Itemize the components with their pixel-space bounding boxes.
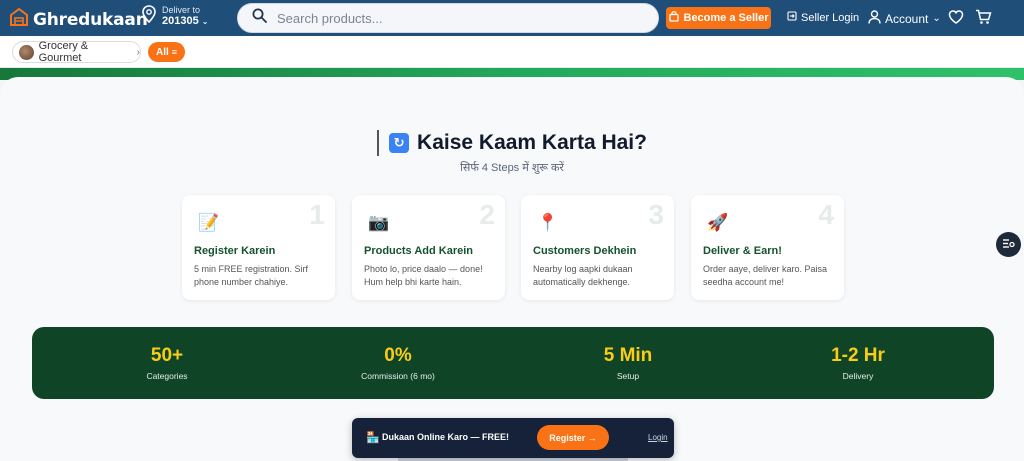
text-cursor: [377, 130, 380, 156]
step-card-customers: 3 📍 Customers Dekhein Nearby log aapki d…: [521, 195, 674, 300]
quick-menu-button[interactable]: [996, 232, 1021, 257]
become-seller-button[interactable]: Become a Seller: [666, 7, 771, 29]
store-logo-icon: [8, 6, 30, 33]
step-title: Products Add Karein: [364, 245, 473, 257]
step-number: 3: [648, 199, 664, 230]
section-heading: ↻ Kaise Kaam Karta Hai?: [0, 130, 1024, 156]
stat-label: Setup: [616, 371, 640, 381]
category-pill[interactable]: Grocery & Gourmet ›: [12, 40, 141, 64]
list-settings-icon: [1002, 236, 1015, 254]
stat-label: Categories: [146, 371, 188, 381]
logo-text: Ghredukaan: [33, 9, 148, 30]
menu-icon: ≡: [171, 47, 178, 57]
step-description: Photo lo, price daalo — done! Hum help b…: [364, 264, 483, 287]
stat-delivery: 1-2 Hr Delivery: [758, 345, 958, 381]
stat-categories: 50+ Categories: [67, 345, 267, 381]
category-bar: Grocery & Gourmet › All ≡: [0, 36, 1024, 68]
all-categories-button[interactable]: All ≡: [148, 42, 185, 62]
chevron-right-icon: ›: [136, 46, 140, 58]
search-bar[interactable]: [237, 3, 659, 33]
deliver-location[interactable]: Deliver to 201305 ⌄: [142, 5, 208, 28]
step-card-products: 2 📷 Products Add Karein Photo lo, price …: [352, 195, 505, 300]
pin-icon: 📍: [537, 213, 559, 232]
step-description: 5 min FREE registration. Sirf phone numb…: [194, 264, 309, 287]
logo[interactable]: Ghredukaan: [8, 6, 148, 33]
step-description: Order aaye, deliver karo. Paisa seedha a…: [703, 264, 828, 287]
stat-label: Delivery: [842, 371, 874, 381]
top-header: Ghredukaan Deliver to 201305 ⌄ Search pr…: [0, 0, 1024, 36]
step-description: Nearby log aapki dukaan automatically de…: [533, 264, 633, 287]
stat-label: Commission (6 mo): [361, 371, 435, 381]
search-input[interactable]: [277, 10, 637, 26]
category-thumbnail: [19, 44, 34, 60]
shop-icon: 🏪: [366, 432, 380, 444]
register-promo-text: Dukaan Online Karo — FREE!: [382, 432, 510, 442]
step-title: Customers Dekhein: [533, 245, 637, 257]
section-subtitle: सिर्फ 4 Steps में शुरू करें: [460, 162, 564, 174]
stat-setup: 5 Min Setup: [528, 345, 728, 381]
search-icon: [252, 8, 267, 28]
stat-value: 0%: [384, 345, 412, 366]
user-icon: [868, 10, 881, 27]
step-title: Register Karein: [194, 245, 276, 257]
stat-commission: 0% Commission (6 mo): [298, 345, 498, 381]
section-title: Kaise Kaam Karta Hai?: [417, 131, 647, 154]
chevron-down-icon: ⌄: [201, 17, 209, 27]
step-number: 1: [309, 199, 325, 230]
stats-band: 50+ Categories 0% Commission (6 mo) 5 Mi…: [32, 327, 994, 399]
stat-value: 1-2 Hr: [831, 345, 885, 366]
login-icon: [787, 11, 797, 24]
step-title: Deliver & Earn!: [703, 245, 782, 257]
refresh-icon: ↻: [389, 133, 410, 153]
location-pin-icon: [142, 5, 156, 28]
step-card-register: 1 📝 Register Karein 5 min FREE registrat…: [182, 195, 335, 300]
chevron-down-icon: ⌄: [932, 13, 941, 24]
camera-icon: 📷: [368, 213, 390, 232]
shopping-bag-icon: [668, 11, 679, 25]
rocket-icon: 🚀: [707, 213, 729, 232]
stat-value: 50+: [150, 345, 184, 366]
memo-icon: 📝: [198, 213, 220, 232]
step-number: 4: [818, 199, 834, 230]
login-link[interactable]: Login: [648, 433, 668, 442]
step-number: 2: [479, 199, 495, 230]
account-menu[interactable]: Account ⌄: [868, 10, 941, 27]
sticky-register-bar: 🏪 Dukaan Online Karo — FREE! Register → …: [352, 418, 674, 458]
deliver-label: Deliver to: [162, 4, 201, 15]
seller-login-link[interactable]: Seller Login: [787, 11, 859, 24]
step-card-deliver: 4 🚀 Deliver & Earn! Order aaye, deliver …: [691, 195, 844, 300]
heart-icon[interactable]: [948, 9, 964, 30]
stat-value: 5 Min: [603, 345, 653, 366]
cart-icon[interactable]: [975, 9, 992, 30]
deliver-pincode: 201305 ⌄: [162, 15, 209, 28]
register-button[interactable]: Register →: [537, 425, 609, 450]
